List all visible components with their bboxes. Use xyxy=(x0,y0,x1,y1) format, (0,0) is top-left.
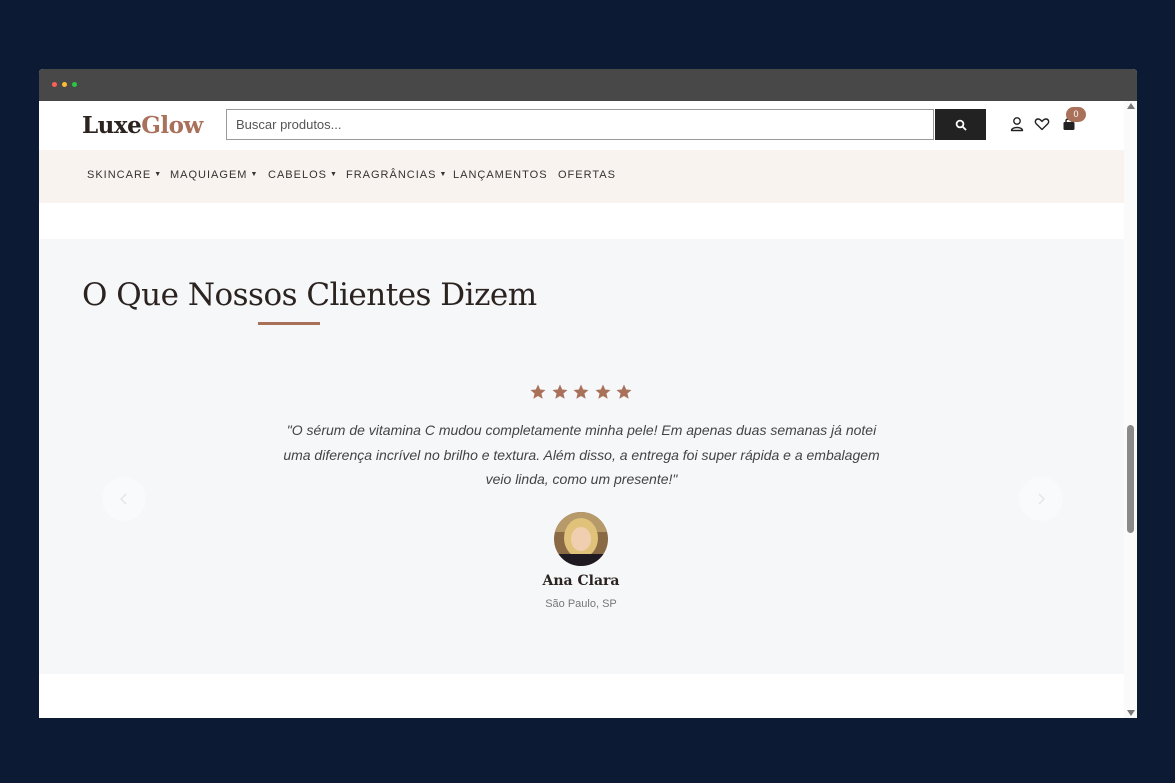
page-viewport: LuxeGlow 0 SKINCARE▼ xyxy=(39,101,1124,718)
star-icon xyxy=(616,384,632,399)
chevron-left-icon xyxy=(119,493,127,505)
title-underline xyxy=(258,322,320,325)
nav-item-label: MAQUIAGEM xyxy=(170,169,248,181)
site-logo[interactable]: LuxeGlow xyxy=(82,112,203,139)
logo-part-2: Glow xyxy=(141,112,203,139)
close-window-dot[interactable] xyxy=(52,82,57,87)
vertical-scrollbar[interactable] xyxy=(1124,101,1137,718)
scroll-up-arrow-icon[interactable] xyxy=(1127,103,1135,109)
caret-down-icon: ▼ xyxy=(154,171,163,178)
section-title: O Que Nossos Clientes Dizem xyxy=(82,277,537,313)
avatar-image xyxy=(554,512,608,566)
browser-window: LuxeGlow 0 SKINCARE▼ xyxy=(39,69,1137,718)
search-icon xyxy=(955,119,966,130)
chevron-right-icon xyxy=(1038,493,1046,505)
testimonials-section: O Que Nossos Clientes Dizem "O sérum de … xyxy=(39,239,1124,674)
search-button[interactable] xyxy=(935,109,986,140)
caret-down-icon: ▼ xyxy=(439,171,448,178)
carousel-next-button[interactable] xyxy=(1019,477,1063,521)
site-header: LuxeGlow 0 xyxy=(39,101,1124,150)
star-icon xyxy=(595,384,610,399)
scroll-down-arrow-icon[interactable] xyxy=(1127,710,1135,716)
scrollbar-thumb[interactable] xyxy=(1127,425,1134,533)
search-input[interactable] xyxy=(226,109,934,140)
customer-avatar xyxy=(554,512,608,566)
nav-item-label: SKINCARE xyxy=(87,169,152,181)
nav-item-label: LANÇAMENTOS xyxy=(453,169,548,181)
carousel-prev-button[interactable] xyxy=(102,477,146,521)
minimize-window-dot[interactable] xyxy=(62,82,67,87)
nav-item-maquiagem[interactable]: MAQUIAGEM ▼ xyxy=(170,169,258,181)
caret-down-icon: ▼ xyxy=(250,171,259,178)
rating-stars xyxy=(529,383,633,405)
nav-item-label: CABELOS xyxy=(268,169,327,181)
nav-item-label: FRAGRÂNCIAS xyxy=(346,169,437,181)
nav-item-fragrancias[interactable]: FRAGRÂNCIAS ▼ xyxy=(346,169,447,181)
nav-item-cabelos[interactable]: CABELOS ▼ xyxy=(268,169,338,181)
star-icon xyxy=(573,384,589,399)
star-icon xyxy=(530,384,546,399)
customer-location: São Paulo, SP xyxy=(545,598,617,610)
nav-item-skincare[interactable]: SKINCARE ▼ xyxy=(87,169,162,181)
heart-icon[interactable] xyxy=(1033,115,1051,133)
logo-part-1: Luxe xyxy=(82,112,142,139)
nav-item-lancamentos[interactable]: LANÇAMENTOS xyxy=(453,169,548,181)
maximize-window-dot[interactable] xyxy=(72,82,77,87)
main-navigation: SKINCARE ▼ MAQUIAGEM ▼ CABELOS ▼ FRAGRÂNCIA… xyxy=(39,150,1124,203)
cart-count-badge: 0 xyxy=(1066,107,1086,122)
window-titlebar xyxy=(39,69,1137,101)
nav-item-label: OFERTAS xyxy=(558,169,616,181)
testimonial-quote: "O sérum de vitamina C mudou completamen… xyxy=(283,422,880,487)
star-icon xyxy=(552,384,567,399)
customer-name: Ana Clara xyxy=(542,573,620,589)
user-icon[interactable] xyxy=(1008,115,1026,133)
nav-item-ofertas[interactable]: OFERTAS xyxy=(558,169,616,181)
caret-down-icon: ▼ xyxy=(329,171,338,178)
